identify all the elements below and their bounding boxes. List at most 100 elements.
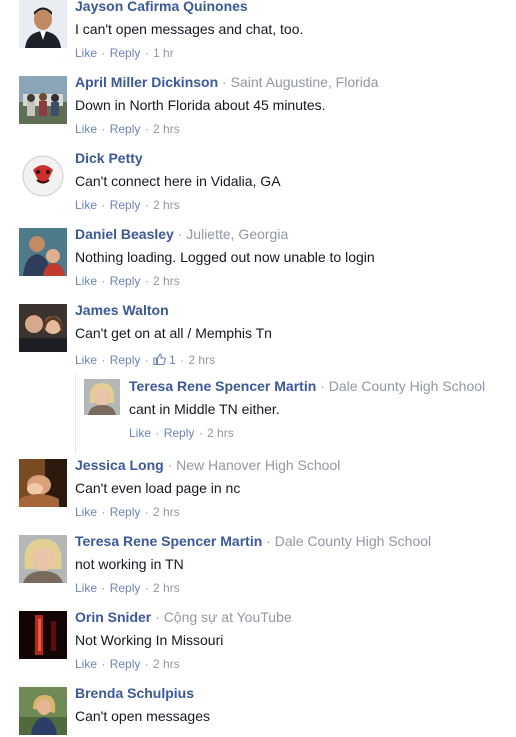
comment: Brenda Schulpius Can't open messages: [0, 677, 516, 737]
comment-actions: Like · Reply · 2 hrs: [75, 581, 180, 595]
comment-text: Can't get on at all / Memphis Tn: [75, 325, 272, 341]
profile-photo-icon: [19, 611, 67, 659]
like-link[interactable]: Like: [75, 505, 97, 519]
comment: Jayson Cafirma Quinones I can't open mes…: [0, 0, 516, 66]
comment-text: Can't even load page in nc: [75, 480, 241, 496]
comment-text: I can't open messages and chat, too.: [75, 21, 304, 37]
author-school: Dale County High School: [328, 378, 486, 394]
avatar[interactable]: [19, 0, 67, 48]
comment-header: Teresa Rene Spencer Martin · Dale County…: [129, 378, 486, 394]
timestamp[interactable]: 2 hrs: [188, 353, 215, 367]
author-school: Dale County High School: [274, 533, 432, 549]
author-location: Saint Augustine, Florida: [230, 74, 379, 90]
comment-text: not working in TN: [75, 556, 184, 572]
profile-photo-icon: [19, 535, 67, 583]
like-link[interactable]: Like: [75, 198, 97, 212]
author-school: New Hanover High School: [176, 457, 341, 473]
author-name[interactable]: Orin Snider: [75, 609, 151, 625]
comment-actions: Like · Reply · 2 hrs: [75, 505, 180, 519]
comment-header: Teresa Rene Spencer Martin · Dale County…: [75, 533, 432, 549]
avatar[interactable]: [19, 152, 67, 200]
timestamp[interactable]: 2 hrs: [153, 657, 180, 671]
reply-link[interactable]: Reply: [110, 122, 141, 136]
author-name[interactable]: Dick Petty: [75, 150, 143, 166]
comment-header: Dick Petty: [75, 150, 143, 167]
like-link[interactable]: Like: [129, 426, 151, 440]
reply-link[interactable]: Reply: [110, 274, 141, 288]
comment-header: Orin Snider · Cộng sự at YouTube: [75, 609, 292, 625]
profile-photo-icon: [19, 304, 67, 352]
reply-link[interactable]: Reply: [110, 581, 141, 595]
comment-text: Can't open messages: [75, 708, 210, 724]
avatar[interactable]: [84, 379, 120, 415]
profile-photo-icon: [19, 0, 67, 48]
avatar[interactable]: [19, 459, 67, 507]
reply-link[interactable]: Reply: [110, 505, 141, 519]
timestamp[interactable]: 2 hrs: [153, 122, 180, 136]
like-link[interactable]: Like: [75, 274, 97, 288]
reply-link[interactable]: Reply: [110, 46, 141, 60]
author-name[interactable]: Teresa Rene Spencer Martin: [75, 533, 262, 549]
author-name[interactable]: April Miller Dickinson: [75, 74, 218, 90]
comment-actions: Like · Reply · 2 hrs: [129, 426, 234, 440]
comment-header: Jayson Cafirma Quinones: [75, 0, 248, 15]
timestamp[interactable]: 1 hr: [153, 46, 174, 60]
comment-text: Not Working In Missouri: [75, 632, 224, 648]
reply-link[interactable]: Reply: [164, 426, 195, 440]
avatar[interactable]: [19, 535, 67, 583]
author-name[interactable]: Brenda Schulpius: [75, 685, 194, 701]
timestamp[interactable]: 2 hrs: [153, 274, 180, 288]
profile-photo-icon: [84, 379, 120, 415]
author-name[interactable]: James Walton: [75, 302, 169, 318]
avatar[interactable]: [19, 611, 67, 659]
timestamp[interactable]: 2 hrs: [207, 426, 234, 440]
comment-text: Can't connect here in Vidalia, GA: [75, 173, 281, 189]
profile-photo-icon: [19, 228, 67, 276]
comment: James Walton Can't get on at all / Memph…: [0, 294, 516, 370]
comment-text: Nothing loading. Logged out now unable t…: [75, 249, 375, 265]
reply-link[interactable]: Reply: [110, 198, 141, 212]
like-count[interactable]: 1: [169, 353, 176, 367]
like-link[interactable]: Like: [75, 657, 97, 671]
profile-photo-icon: [19, 459, 67, 507]
thumbs-up-icon: [153, 353, 166, 365]
timestamp[interactable]: 2 hrs: [153, 505, 180, 519]
author-name[interactable]: Daniel Beasley: [75, 226, 174, 242]
comment-actions: Like · Reply · 2 hrs: [75, 274, 180, 288]
comment: Jessica Long · New Hanover High School C…: [0, 449, 516, 525]
author-work: Cộng sự at YouTube: [163, 609, 292, 625]
reply-link[interactable]: Reply: [110, 353, 141, 367]
like-link[interactable]: Like: [75, 581, 97, 595]
comment-header: James Walton: [75, 302, 169, 319]
like-link[interactable]: Like: [75, 353, 97, 367]
comment-text: Down in North Florida about 45 minutes.: [75, 97, 326, 113]
comment-actions: Like · Reply · 2 hrs: [75, 198, 180, 212]
reply-comment: Teresa Rene Spencer Martin · Dale County…: [75, 375, 516, 453]
profile-photo-icon: [19, 76, 67, 124]
comment: Teresa Rene Spencer Martin · Dale County…: [0, 525, 516, 601]
avatar[interactable]: [19, 76, 67, 124]
timestamp[interactable]: 2 hrs: [153, 581, 180, 595]
like-link[interactable]: Like: [75, 122, 97, 136]
comment-header: Brenda Schulpius: [75, 685, 194, 702]
comment-actions: Like · Reply · 2 hrs: [75, 657, 180, 671]
comment: Orin Snider · Cộng sự at YouTube Not Wor…: [0, 601, 516, 677]
author-name[interactable]: Teresa Rene Spencer Martin: [129, 378, 316, 394]
author-name[interactable]: Jayson Cafirma Quinones: [75, 0, 248, 14]
comment-header: Daniel Beasley · Juliette, Georgia: [75, 226, 289, 242]
comment: Dick Petty Can't connect here in Vidalia…: [0, 142, 516, 218]
profile-photo-icon: [19, 687, 67, 735]
comment-actions: Like · Reply · 1 hr: [75, 46, 174, 60]
profile-photo-icon: [19, 152, 67, 200]
reply-link[interactable]: Reply: [110, 657, 141, 671]
comment-actions: Like · Reply · 2 hrs: [75, 122, 180, 136]
like-link[interactable]: Like: [75, 46, 97, 60]
timestamp[interactable]: 2 hrs: [153, 198, 180, 212]
comment-header: April Miller Dickinson · Saint Augustine…: [75, 74, 379, 90]
avatar[interactable]: [19, 228, 67, 276]
author-location: Juliette, Georgia: [186, 226, 289, 242]
comment: April Miller Dickinson · Saint Augustine…: [0, 66, 516, 142]
avatar[interactable]: [19, 687, 67, 735]
author-name[interactable]: Jessica Long: [75, 457, 164, 473]
avatar[interactable]: [19, 304, 67, 352]
